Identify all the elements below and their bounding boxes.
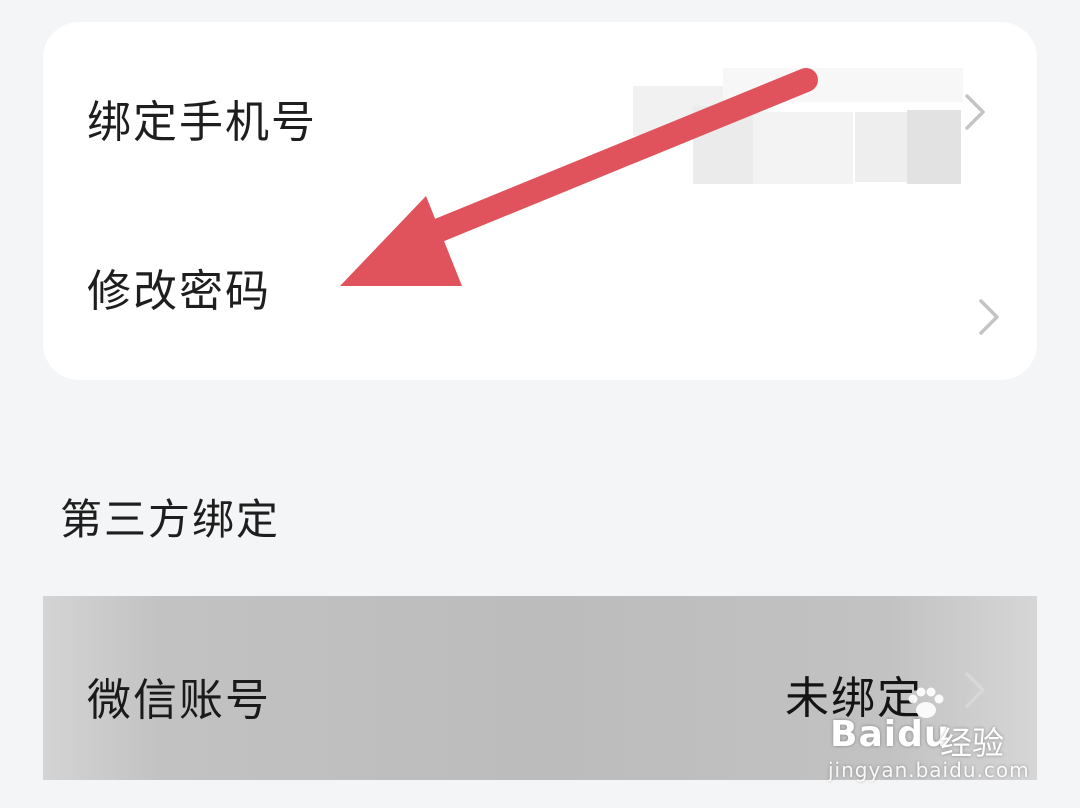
- watermark-brand: Baidu: [830, 714, 951, 755]
- bind-phone-row[interactable]: 绑定手机号: [43, 22, 1037, 201]
- chevron-right-icon: [979, 299, 999, 335]
- chevron-right-icon: [965, 94, 985, 130]
- bind-phone-label: 绑定手机号: [87, 97, 317, 148]
- watermark-url: jingyan.baidu.com: [828, 758, 1030, 782]
- change-password-label: 修改密码: [87, 266, 271, 317]
- account-settings-card: 绑定手机号 修改密码: [43, 22, 1037, 380]
- masked-phone-number: [633, 68, 963, 184]
- wechat-account-label: 微信账号: [87, 675, 271, 726]
- change-password-row[interactable]: 修改密码: [43, 201, 1037, 380]
- baidu-jingyan-watermark: Baidu 经验 jingyan.baidu.com: [826, 680, 1056, 790]
- third-party-section-title: 第三方绑定: [60, 495, 281, 544]
